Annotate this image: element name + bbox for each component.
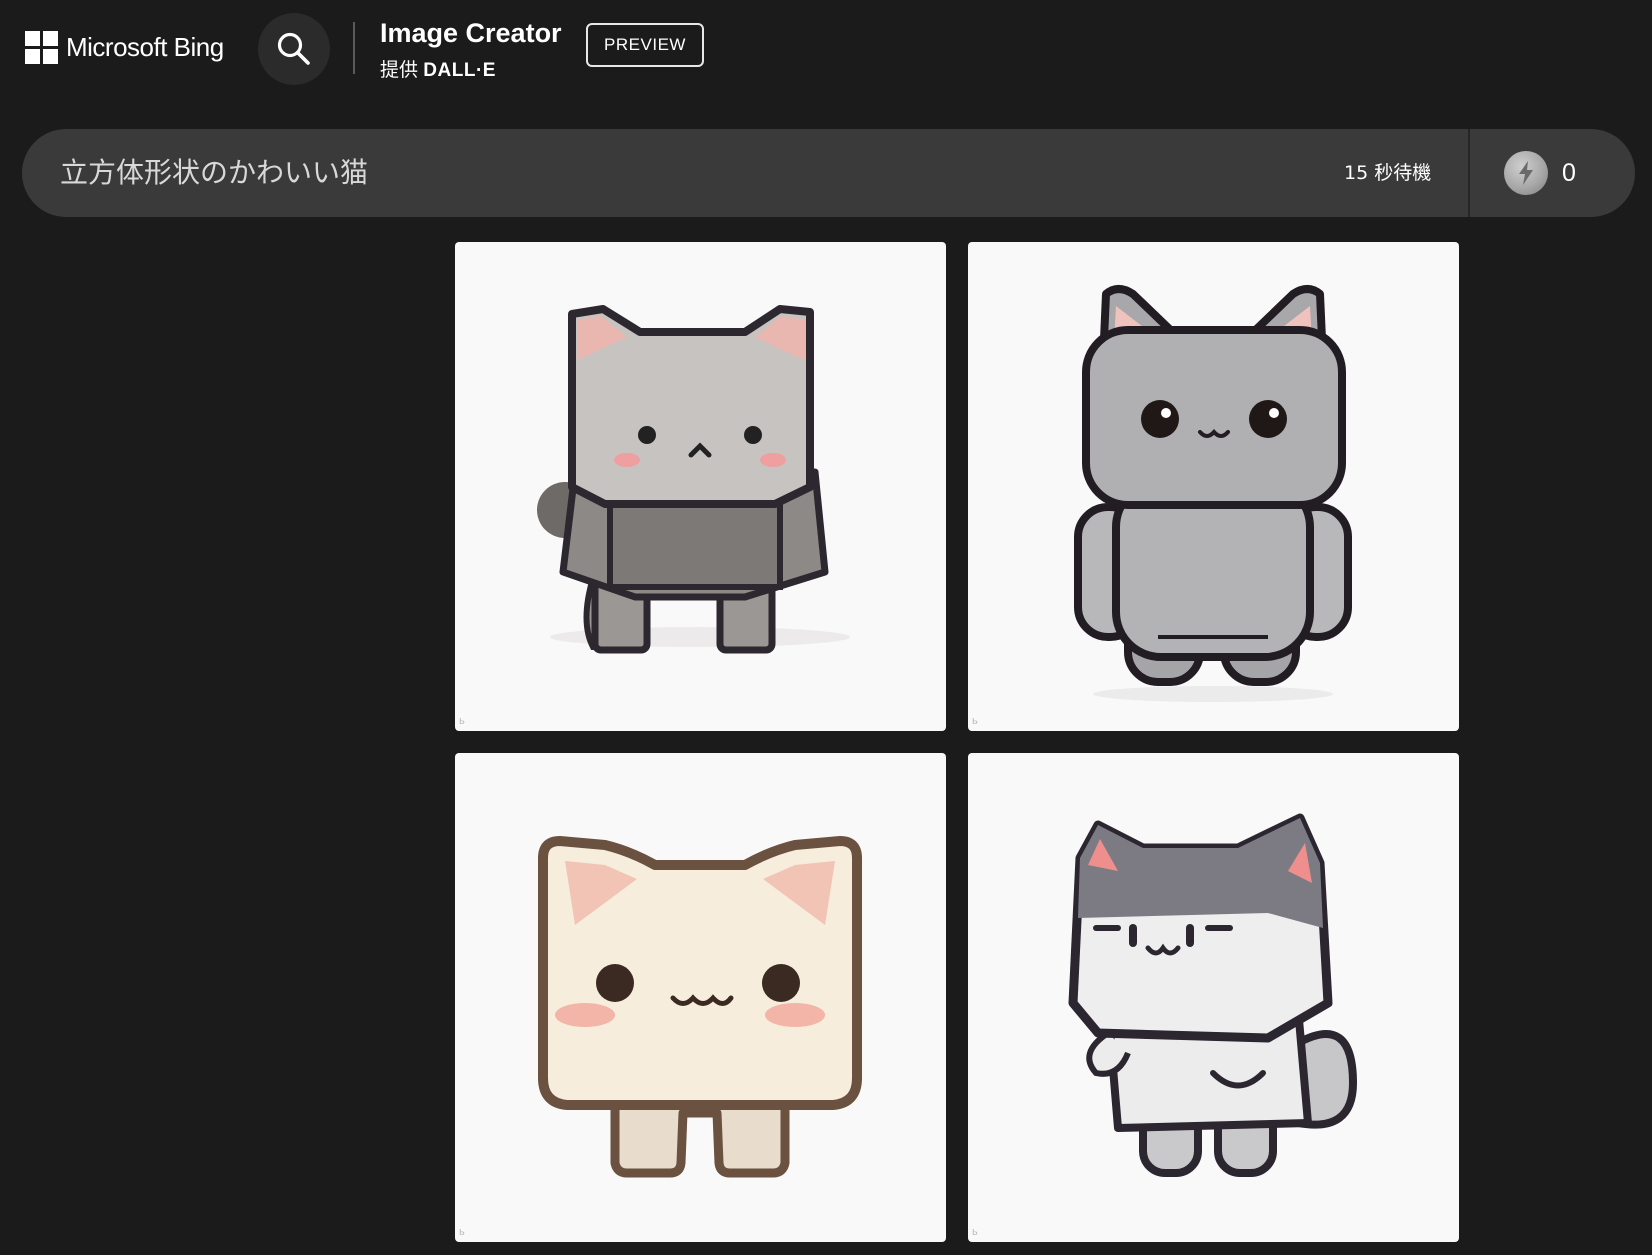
microsoft-logo-icon (25, 31, 58, 64)
prompt-bar[interactable]: 立方体形状のかわいい猫 15 秒待機 0 (22, 129, 1635, 217)
brand-name: Microsoft Bing (66, 32, 224, 62)
cat-image (1074, 285, 1352, 702)
app-title: Image Creator (380, 18, 562, 48)
header-divider (353, 22, 355, 74)
boost-count: 0 (1562, 158, 1576, 187)
search-button[interactable] (258, 13, 330, 85)
wait-status: 15 秒待機 (1344, 162, 1432, 184)
prompt-input[interactable]: 立方体形状のかわいい猫 (60, 129, 368, 217)
cat-image (1068, 813, 1358, 1177)
image-watermark-icon: ь (972, 715, 978, 727)
prompt-bar-divider (1468, 129, 1470, 217)
provided-by-label: 提供 (380, 60, 419, 81)
preview-badge[interactable]: PREVIEW (586, 23, 704, 67)
boost-coin-icon (1504, 151, 1548, 195)
generated-image-2[interactable]: ь (968, 242, 1459, 731)
cat-image (538, 836, 862, 1178)
generated-image-4[interactable]: ь (968, 753, 1459, 1242)
dalle-label: DALL·E (423, 60, 496, 81)
header: Microsoft Bing Image Creator 提供 DALL·E P… (0, 0, 1652, 100)
generated-image-1[interactable]: ь (455, 242, 946, 731)
image-watermark-icon: ь (459, 715, 465, 727)
bing-logo[interactable]: Microsoft Bing (25, 31, 224, 64)
search-icon (277, 32, 310, 65)
generated-image-3[interactable]: ь (455, 753, 946, 1242)
image-watermark-icon: ь (972, 1226, 978, 1238)
cat-image (537, 305, 850, 654)
app-subtitle: 提供 DALL·E (380, 55, 496, 82)
image-watermark-icon: ь (459, 1226, 465, 1238)
boost-counter[interactable]: 0 (1504, 150, 1576, 196)
